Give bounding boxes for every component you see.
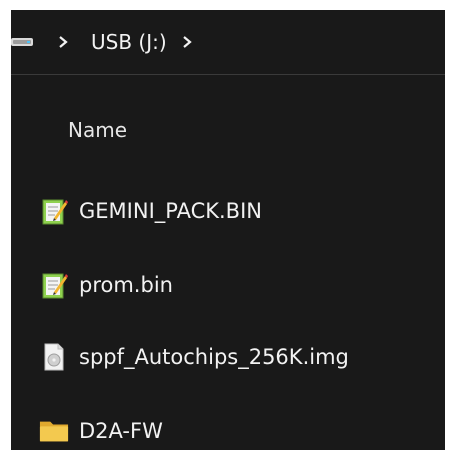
chevron-right-icon[interactable]	[57, 35, 69, 49]
file-name: sppf_Autochips_256K.img	[79, 345, 349, 369]
breadcrumb-item-usb[interactable]: USB (J:)	[91, 30, 167, 54]
folder-icon	[39, 415, 69, 447]
usb-drive-icon[interactable]	[11, 35, 35, 49]
column-header-name[interactable]: Name	[68, 118, 127, 142]
list-item[interactable]: sppf_Autochips_256K.img	[11, 334, 445, 380]
list-item[interactable]: prom.bin	[11, 262, 445, 308]
chevron-right-icon[interactable]	[181, 35, 193, 49]
notepad-file-icon	[39, 195, 69, 227]
file-name: GEMINI_PACK.BIN	[79, 199, 262, 223]
divider	[11, 74, 445, 75]
list-item[interactable]: D2A-FW	[11, 408, 445, 450]
file-explorer-window: USB (J:) Name GEMINI_PACK.BIN prom.bin s…	[11, 10, 445, 450]
folder-name: D2A-FW	[79, 419, 163, 443]
file-name: prom.bin	[79, 273, 173, 297]
disc-image-file-icon	[39, 341, 69, 373]
address-bar: USB (J:)	[11, 10, 445, 74]
list-item[interactable]: GEMINI_PACK.BIN	[11, 188, 445, 234]
notepad-file-icon	[39, 269, 69, 301]
